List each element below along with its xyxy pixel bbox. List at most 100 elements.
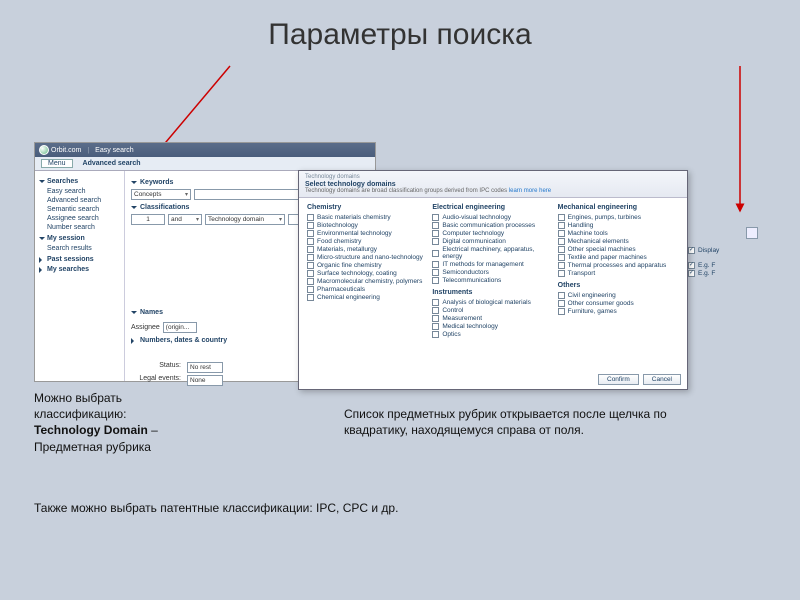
checkbox[interactable] bbox=[558, 292, 565, 299]
domain-option[interactable]: Optics bbox=[432, 331, 553, 338]
domain-option[interactable]: Engines, pumps, turbines bbox=[558, 214, 679, 221]
domain-option[interactable]: Pharmaceuticals bbox=[307, 286, 428, 293]
checkbox[interactable] bbox=[688, 247, 695, 254]
and-select[interactable]: and▾ bbox=[168, 214, 202, 225]
domain-option[interactable]: Chemical engineering bbox=[307, 294, 428, 301]
sidebar-item[interactable]: Number search bbox=[39, 223, 120, 232]
domain-option[interactable]: Other special machines bbox=[558, 246, 679, 253]
checkbox[interactable] bbox=[432, 222, 439, 229]
sidebar-item[interactable]: Assignee search bbox=[39, 214, 120, 223]
checkbox[interactable] bbox=[307, 222, 314, 229]
dialog-body: Chemistry Basic materials chemistryBiote… bbox=[299, 198, 687, 341]
domain-option[interactable]: Environmental technology bbox=[307, 230, 428, 237]
status-select[interactable]: No rest bbox=[187, 362, 223, 373]
domain-option[interactable]: Measurement bbox=[432, 315, 553, 322]
domain-option[interactable]: Surface technology, coating bbox=[307, 270, 428, 277]
checkbox[interactable] bbox=[307, 254, 314, 261]
checkbox[interactable] bbox=[307, 278, 314, 285]
cancel-button[interactable]: Cancel bbox=[643, 374, 681, 385]
domain-option[interactable]: Basic communication processes bbox=[432, 222, 553, 229]
domain-option[interactable]: Audio-visual technology bbox=[432, 214, 553, 221]
checkbox[interactable] bbox=[307, 294, 314, 301]
checkbox[interactable] bbox=[307, 214, 314, 221]
sidebar-item[interactable]: Advanced search bbox=[39, 196, 120, 205]
domain-option[interactable]: Handling bbox=[558, 222, 679, 229]
domain-label: Handling bbox=[568, 222, 594, 229]
domain-option[interactable]: Biotechnology bbox=[307, 222, 428, 229]
domain-option[interactable]: Analysis of biological materials bbox=[432, 299, 553, 306]
domain-option[interactable]: Control bbox=[432, 307, 553, 314]
checkbox[interactable] bbox=[432, 277, 439, 284]
domain-option[interactable]: Food chemistry bbox=[307, 238, 428, 245]
domain-option[interactable]: Other consumer goods bbox=[558, 300, 679, 307]
domain-option[interactable]: Machine tools bbox=[558, 230, 679, 237]
advanced-search-tab[interactable]: Advanced search bbox=[83, 160, 141, 167]
checkbox[interactable] bbox=[432, 299, 439, 306]
checkbox[interactable] bbox=[432, 269, 439, 276]
concepts-select[interactable]: Concepts▾ bbox=[131, 189, 191, 200]
checkbox[interactable] bbox=[432, 307, 439, 314]
checkbox[interactable] bbox=[432, 331, 439, 338]
confirm-button[interactable]: Confirm bbox=[598, 374, 639, 385]
step-select[interactable]: 1 bbox=[131, 214, 165, 225]
checkbox[interactable] bbox=[432, 261, 439, 268]
checkbox[interactable] bbox=[558, 262, 565, 269]
sidebar-session-h[interactable]: My session bbox=[39, 235, 120, 242]
checkbox[interactable] bbox=[432, 323, 439, 330]
domain-option[interactable]: Micro-structure and nano-technology bbox=[307, 254, 428, 261]
domain-option[interactable]: Semiconductors bbox=[432, 269, 553, 276]
checkbox[interactable] bbox=[307, 270, 314, 277]
domain-option[interactable]: Computer technology bbox=[432, 230, 553, 237]
domain-option[interactable]: Telecommunications bbox=[432, 277, 553, 284]
domain-option[interactable]: Organic fine chemistry bbox=[307, 262, 428, 269]
domain-option[interactable]: Macromolecular chemistry, polymers bbox=[307, 278, 428, 285]
domain-option[interactable]: Transport bbox=[558, 270, 679, 277]
domain-label: Analysis of biological materials bbox=[442, 299, 531, 306]
sidebar-item[interactable]: Search results bbox=[39, 244, 120, 253]
checkbox[interactable] bbox=[307, 262, 314, 269]
domain-option[interactable]: Thermal processes and apparatus bbox=[558, 262, 679, 269]
checkbox[interactable] bbox=[558, 300, 565, 307]
checkbox[interactable] bbox=[307, 230, 314, 237]
easy-search-link[interactable]: Easy search bbox=[95, 147, 134, 154]
domain-option[interactable]: Basic materials chemistry bbox=[307, 214, 428, 221]
checkbox[interactable] bbox=[558, 222, 565, 229]
checkbox[interactable] bbox=[688, 270, 695, 277]
checkbox[interactable] bbox=[432, 214, 439, 221]
domain-option[interactable]: Digital communication bbox=[432, 238, 553, 245]
checkbox[interactable] bbox=[558, 270, 565, 277]
checkbox[interactable] bbox=[307, 246, 314, 253]
domain-option[interactable]: Civil engineering bbox=[558, 292, 679, 299]
checkbox[interactable] bbox=[432, 230, 439, 237]
legal-select[interactable]: None bbox=[187, 375, 223, 386]
classification-type-select[interactable]: Technology domain▾ bbox=[205, 214, 285, 225]
checkbox[interactable] bbox=[558, 254, 565, 261]
checkbox[interactable] bbox=[688, 262, 695, 269]
domain-option[interactable]: IT methods for management bbox=[432, 261, 553, 268]
checkbox[interactable] bbox=[558, 230, 565, 237]
domain-option[interactable]: Electrical machinery, apparatus, energy bbox=[432, 246, 553, 260]
sidebar-searches-h[interactable]: Searches bbox=[39, 178, 120, 185]
checkbox[interactable] bbox=[307, 286, 314, 293]
sidebar-mysearches-h[interactable]: My searches bbox=[39, 266, 120, 273]
checkbox[interactable] bbox=[558, 238, 565, 245]
checkbox[interactable] bbox=[432, 238, 439, 245]
checkbox[interactable] bbox=[307, 238, 314, 245]
menu-tab[interactable]: Menu bbox=[41, 159, 73, 168]
checkbox[interactable] bbox=[558, 246, 565, 253]
checkbox[interactable] bbox=[432, 250, 439, 257]
learn-more-link[interactable]: learn more here bbox=[509, 188, 551, 194]
sidebar-item[interactable]: Easy search bbox=[39, 187, 120, 196]
domain-option[interactable]: Textile and paper machines bbox=[558, 254, 679, 261]
sidebar-item[interactable]: Semantic search bbox=[39, 205, 120, 214]
domain-option[interactable]: Materials, metallurgy bbox=[307, 246, 428, 253]
checkbox[interactable] bbox=[432, 315, 439, 322]
checkbox[interactable] bbox=[558, 308, 565, 315]
checkbox[interactable] bbox=[558, 214, 565, 221]
domain-option[interactable]: Furniture, games bbox=[558, 308, 679, 315]
domain-option[interactable]: Mechanical elements bbox=[558, 238, 679, 245]
sidebar-past-h[interactable]: Past sessions bbox=[39, 256, 120, 263]
assignee-hint[interactable]: (origin... bbox=[163, 322, 197, 333]
domain-option[interactable]: Medical technology bbox=[432, 323, 553, 330]
display-toggle-button[interactable] bbox=[746, 227, 758, 239]
